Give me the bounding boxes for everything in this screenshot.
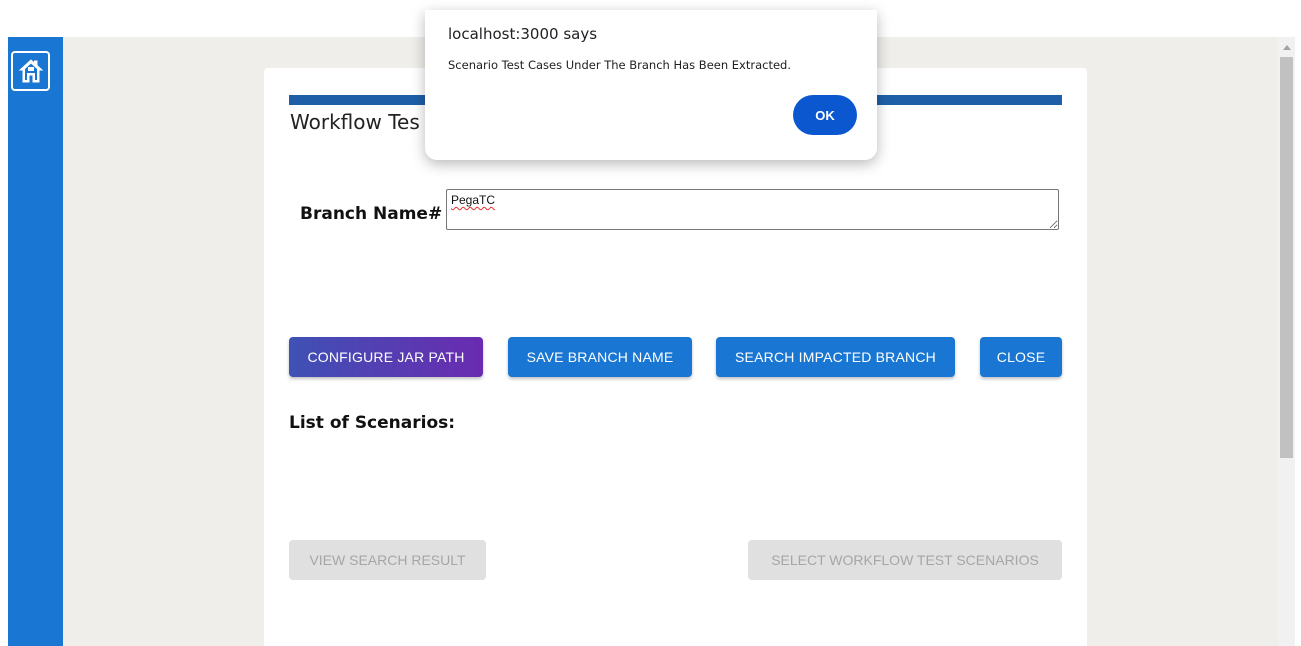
chevron-up-icon bbox=[1282, 45, 1291, 50]
scenarios-heading: List of Scenarios: bbox=[289, 413, 456, 433]
select-workflow-test-scenarios-button: SELECT WORKFLOW TEST SCENARIOS bbox=[748, 540, 1062, 580]
save-branch-name-button[interactable]: SAVE BRANCH NAME bbox=[508, 337, 692, 377]
left-sidebar bbox=[8, 37, 63, 646]
scrollbar-thumb[interactable] bbox=[1280, 57, 1293, 458]
alert-ok-button[interactable]: OK bbox=[793, 95, 857, 135]
branch-name-input[interactable]: PegaTC bbox=[446, 189, 1059, 230]
close-button[interactable]: CLOSE bbox=[980, 337, 1062, 377]
branch-name-label: Branch Name# bbox=[300, 204, 443, 224]
view-search-result-button: VIEW SEARCH RESULT bbox=[289, 540, 486, 580]
scroll-up-button[interactable] bbox=[1281, 42, 1292, 52]
home-icon bbox=[18, 59, 43, 83]
page-title: Workflow Tes bbox=[290, 110, 420, 134]
configure-jar-path-button[interactable]: CONFIGURE JAR PATH bbox=[289, 337, 483, 377]
home-button[interactable] bbox=[11, 51, 50, 91]
alert-origin: localhost:3000 says bbox=[448, 25, 598, 43]
search-impacted-branch-button[interactable]: SEARCH IMPACTED BRANCH bbox=[716, 337, 955, 377]
alert-dialog: localhost:3000 says Scenario Test Cases … bbox=[425, 10, 877, 160]
browser-viewport: Workflow Tes Branch Name# PegaTC CONFIGU… bbox=[0, 0, 1301, 646]
alert-message: Scenario Test Cases Under The Branch Has… bbox=[448, 58, 792, 72]
